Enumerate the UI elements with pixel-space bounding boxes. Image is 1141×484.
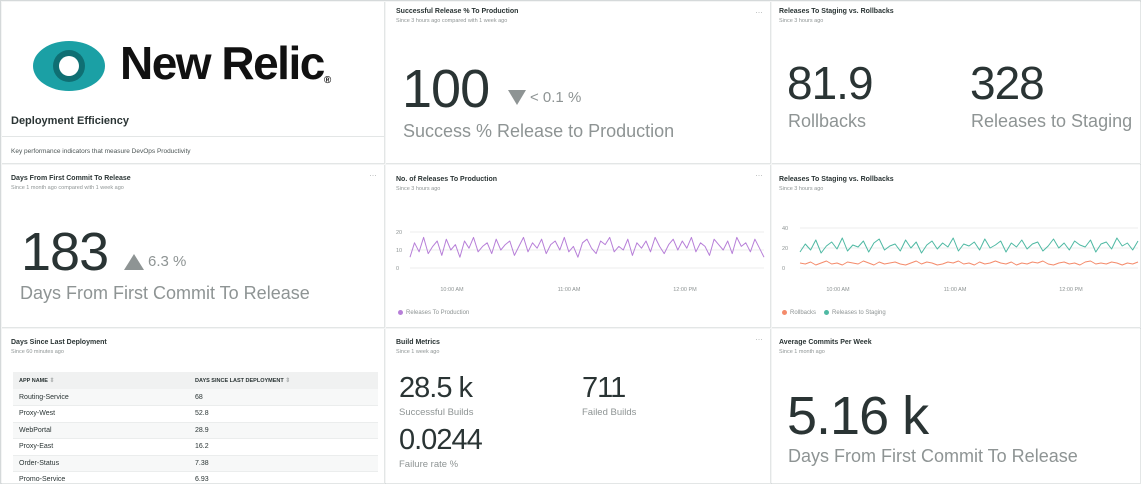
intro-title: Deployment Efficiency bbox=[11, 115, 129, 127]
y-tick-label: 40 bbox=[782, 226, 788, 232]
app-name-cell: WebPortal bbox=[13, 422, 189, 439]
chart-legend: Rollbacks Releases to Staging bbox=[782, 310, 886, 316]
panel-subtitle: Since 1 month ago compared with 1 week a… bbox=[11, 185, 124, 191]
deploy-table: APP NAME ⇕ DAYS SINCE LAST DEPLOYMENT ⇕ … bbox=[13, 372, 378, 483]
panel-subtitle: Since 1 month ago bbox=[779, 349, 825, 355]
staging-rollbacks-line-chart: 40 20 0 10:00 AM 11:00 AM 12:00 PM bbox=[782, 226, 1139, 293]
series-line-releases-to-production[interactable] bbox=[409, 236, 765, 258]
brand-name: New Relic® bbox=[120, 37, 332, 89]
success-value: 100 bbox=[402, 59, 490, 119]
releases-chart-panel: No. of Releases To Production Since 3 ho… bbox=[386, 165, 771, 328]
legend-item-rollbacks[interactable]: Rollbacks bbox=[782, 310, 816, 316]
app-name-cell: Proxy-East bbox=[13, 438, 189, 456]
x-tick-label: 10:00 AM bbox=[826, 287, 850, 293]
y-tick-label: 0 bbox=[396, 266, 399, 272]
success-release-panel: Successful Release % To Production Since… bbox=[386, 2, 771, 164]
panel-menu-icon[interactable]: … bbox=[369, 169, 377, 178]
intro-divider bbox=[2, 136, 384, 137]
x-tick-label: 11:00 AM bbox=[944, 287, 967, 293]
new-relic-logo bbox=[32, 40, 106, 97]
x-tick-label: 12:00 PM bbox=[673, 287, 697, 293]
table-row[interactable]: Promo-Service 6.93 bbox=[13, 471, 378, 483]
y-tick-label: 20 bbox=[782, 246, 788, 252]
delta-text: 6.3 % bbox=[148, 253, 187, 270]
dashboard: New Relic® Deployment Efficiency Key per… bbox=[0, 0, 1141, 484]
panel-title: Successful Release % To Production bbox=[396, 8, 519, 15]
app-name-cell: Order-Status bbox=[13, 455, 189, 472]
sort-icon[interactable]: ⇕ bbox=[49, 378, 54, 384]
successful-builds-value: 28.5 k bbox=[399, 372, 473, 404]
failed-builds-label: Failed Builds bbox=[582, 407, 637, 418]
new-relic-logo-icon bbox=[33, 41, 105, 91]
app-name-cell: Proxy-West bbox=[13, 405, 189, 423]
panel-subtitle: Since 60 minutes ago bbox=[11, 349, 64, 355]
staging-value: 328 bbox=[970, 57, 1045, 109]
releases-line-chart: 20 10 0 10:00 AM 11:00 AM 12:00 PM bbox=[396, 230, 765, 293]
days-cell: 16.2 bbox=[189, 438, 378, 456]
table-row[interactable]: Order-Status 7.38 bbox=[13, 455, 378, 472]
panel-title: Build Metrics bbox=[396, 339, 440, 346]
panel-menu-icon[interactable]: … bbox=[755, 333, 763, 342]
days-cell: 6.93 bbox=[189, 471, 378, 483]
days-delta: 6.3 % bbox=[124, 253, 186, 270]
table-row[interactable]: WebPortal 28.9 bbox=[13, 422, 378, 439]
sort-icon[interactable]: ⇕ bbox=[285, 378, 290, 384]
x-tick-label: 11:00 AM bbox=[558, 287, 581, 293]
success-label: Success % Release to Production bbox=[403, 121, 675, 141]
days-cell: 7.38 bbox=[189, 455, 378, 472]
table-row[interactable]: Proxy-West 52.8 bbox=[13, 405, 378, 423]
y-tick-label: 0 bbox=[782, 266, 785, 272]
days-label: Days From First Commit To Release bbox=[20, 283, 310, 303]
column-header-days[interactable]: DAYS SINCE LAST DEPLOYMENT ⇕ bbox=[189, 372, 378, 389]
days-cell: 28.9 bbox=[189, 422, 378, 439]
rollbacks-label: Rollbacks bbox=[788, 111, 867, 131]
app-name-cell: Routing-Service bbox=[13, 389, 189, 406]
failure-rate-label: Failure rate % bbox=[399, 459, 459, 470]
days-cell: 68 bbox=[189, 389, 378, 406]
days-value: 183 bbox=[21, 222, 109, 282]
panel-title: Releases To Staging vs. Rollbacks bbox=[779, 8, 894, 15]
table-header-row: APP NAME ⇕ DAYS SINCE LAST DEPLOYMENT ⇕ bbox=[13, 372, 378, 389]
legend-item-releases[interactable]: Releases To Production bbox=[398, 310, 469, 316]
intro-description: Key performance indicators that measure … bbox=[11, 148, 191, 155]
panel-subtitle: Since 3 hours ago bbox=[779, 18, 824, 24]
rollbacks-value: 81.9 bbox=[787, 57, 874, 109]
table-row[interactable]: Proxy-East 16.2 bbox=[13, 438, 378, 456]
avg-commits-label: Days From First Commit To Release bbox=[788, 446, 1078, 466]
avg-commits-panel: Average Commits Per Week Since 1 month a… bbox=[772, 329, 1141, 484]
table-row[interactable]: Routing-Service 68 bbox=[13, 389, 378, 406]
successful-builds-label: Successful Builds bbox=[399, 407, 474, 418]
build-metrics-panel: Build Metrics Since 1 week ago … 28.5 k … bbox=[386, 329, 771, 484]
trend-down-icon bbox=[508, 90, 526, 105]
column-header-app-name[interactable]: APP NAME ⇕ bbox=[13, 372, 189, 389]
success-delta: < 0.1 % bbox=[508, 89, 581, 106]
staging-rollbacks-chart-panel: Releases To Staging vs. Rollbacks Since … bbox=[772, 165, 1141, 328]
failure-rate-value: 0.0244 bbox=[399, 424, 483, 456]
legend-item-staging[interactable]: Releases to Staging bbox=[824, 310, 886, 316]
app-name-cell: Promo-Service bbox=[13, 471, 189, 483]
trend-up-icon bbox=[124, 253, 144, 270]
panel-title: Average Commits Per Week bbox=[779, 339, 872, 346]
chart-legend: Releases To Production bbox=[398, 310, 469, 316]
panel-subtitle: Since 3 hours ago compared with 1 week a… bbox=[396, 18, 508, 24]
panel-subtitle: Since 1 week ago bbox=[396, 349, 440, 355]
panel-menu-icon[interactable]: … bbox=[755, 6, 763, 15]
y-tick-label: 20 bbox=[396, 230, 402, 236]
y-tick-label: 10 bbox=[396, 248, 402, 254]
panel-title: Days Since Last Deployment bbox=[11, 339, 107, 346]
series-line-rollbacks[interactable] bbox=[799, 260, 1139, 266]
avg-commits-value: 5.16 k bbox=[787, 386, 929, 446]
staging-label: Releases to Staging bbox=[971, 111, 1133, 131]
panel-title: Days From First Commit To Release bbox=[11, 175, 131, 182]
days-first-commit-panel: Days From First Commit To Release Since … bbox=[2, 165, 385, 328]
days-since-deploy-panel: Days Since Last Deployment Since 60 minu… bbox=[2, 329, 385, 484]
delta-text: < 0.1 % bbox=[530, 89, 582, 106]
intro-panel: New Relic® Deployment Efficiency Key per… bbox=[2, 2, 385, 164]
days-cell: 52.8 bbox=[189, 405, 378, 423]
staging-rollbacks-stats-panel: Releases To Staging vs. Rollbacks Since … bbox=[772, 2, 1141, 164]
x-tick-label: 12:00 PM bbox=[1059, 287, 1083, 293]
series-line-releases-to-staging[interactable] bbox=[799, 237, 1139, 254]
failed-builds-value: 711 bbox=[582, 372, 626, 404]
x-tick-label: 10:00 AM bbox=[440, 287, 464, 293]
